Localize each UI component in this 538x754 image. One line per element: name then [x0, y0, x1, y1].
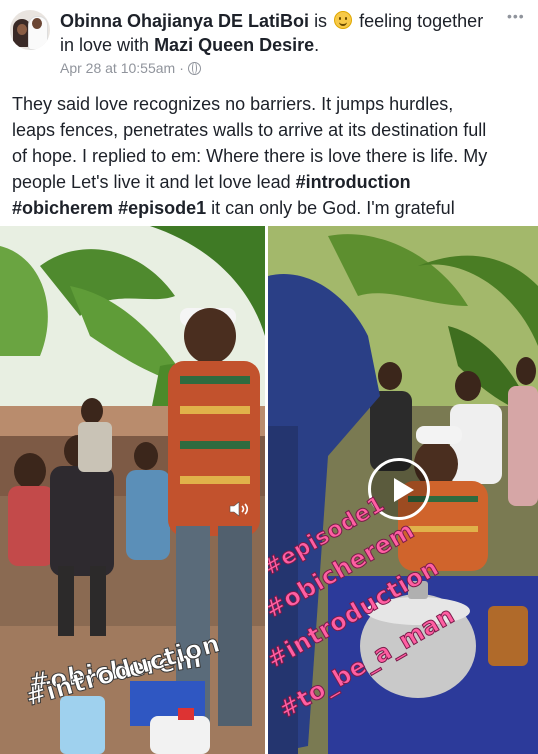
- body-tail: it can only be God. I'm grateful: [211, 198, 455, 218]
- globe-icon[interactable]: [187, 61, 201, 75]
- more-options-icon[interactable]: •••: [502, 8, 525, 24]
- in-love-text: in love with: [60, 35, 150, 55]
- tagged-friend[interactable]: Mazi Queen Desire: [154, 35, 314, 55]
- post-meta: Apr 28 at 10:55am ·: [60, 60, 201, 76]
- body-line: of hope. I replied to em: Where there is…: [12, 146, 488, 166]
- hashtag-introduction[interactable]: #introduction: [296, 172, 411, 192]
- photo-left[interactable]: #obicherem #introduction: [0, 226, 265, 754]
- post-body: They said love recognizes no barriers. I…: [12, 91, 530, 221]
- post-header: Obinna Ohajianya DE LatiBoi is feeling t…: [0, 0, 538, 84]
- body-line: people Let's live it and let love lead: [12, 172, 291, 192]
- meta-dot: ·: [179, 60, 184, 76]
- author-name[interactable]: Obinna Ohajianya DE LatiBoi: [60, 11, 309, 31]
- smiley-emoji-icon: [334, 11, 353, 29]
- post-headline: Obinna Ohajianya DE LatiBoi is feeling t…: [60, 9, 488, 57]
- hashtag-obicherem[interactable]: #obicherem: [12, 198, 113, 218]
- video-right[interactable]: #episode1 #obicherem #introduction #to_b…: [268, 226, 538, 754]
- body-line: leaps fences, penetrates walls to arrive…: [12, 120, 487, 140]
- post-timestamp[interactable]: Apr 28 at 10:55am: [60, 60, 175, 76]
- body-line: They said love recognizes no barriers. I…: [12, 94, 454, 114]
- headline-period: .: [314, 35, 320, 55]
- speaker-icon[interactable]: [228, 500, 250, 518]
- is-text: is: [314, 11, 328, 31]
- author-avatar[interactable]: [10, 10, 50, 50]
- hashtag-episode1[interactable]: #episode1: [118, 198, 206, 218]
- feeling-text: feeling together: [359, 11, 484, 31]
